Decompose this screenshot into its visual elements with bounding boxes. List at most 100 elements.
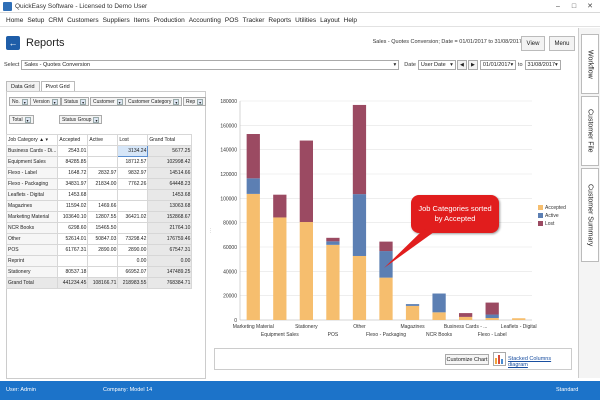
side-tab-workflow[interactable]: Workflow xyxy=(581,34,599,94)
filter-icon[interactable]: ▾ xyxy=(173,98,180,105)
panel-splitter-handle[interactable]: ⋮ xyxy=(208,228,213,234)
filter-field-version[interactable]: Version ▾ xyxy=(30,97,61,106)
cell-lost[interactable]: 18712.57 xyxy=(117,156,149,168)
cell-grand-total[interactable]: 21764.10 xyxy=(147,222,193,234)
cell-lost[interactable]: 36421.02 xyxy=(117,211,149,223)
menu-setup[interactable]: Setup xyxy=(27,17,44,24)
filter-icon[interactable]: ▾ xyxy=(116,98,123,105)
report-select[interactable]: Sales - Quotes Conversion ▾ xyxy=(21,60,400,70)
cell-grand-total[interactable]: 5677.25 xyxy=(147,145,193,157)
stacked-columns-chart-icon[interactable] xyxy=(493,352,506,366)
cell-accepted[interactable]: 441234.45 xyxy=(57,277,89,289)
cell-grand-total[interactable]: 147489.25 xyxy=(147,266,193,278)
cell-active[interactable] xyxy=(87,189,119,201)
cell-lost[interactable]: 2890.00 xyxy=(117,244,149,256)
maximize-button[interactable]: □ xyxy=(566,0,582,12)
menu-items[interactable]: Items xyxy=(134,17,150,24)
cell-lost[interactable]: 7762.26 xyxy=(117,178,149,190)
menu-crm[interactable]: CRM xyxy=(48,17,63,24)
close-button[interactable]: ✕ xyxy=(582,0,598,12)
cell-accepted[interactable] xyxy=(57,255,89,267)
column-field-status-group[interactable]: Status Group ▾ xyxy=(59,115,103,124)
cell-lost[interactable]: 218983.55 xyxy=(117,277,149,289)
tab-data-grid[interactable]: Data Grid xyxy=(6,81,40,91)
date-from-field[interactable]: 01/01/2017 ▾ xyxy=(479,60,516,70)
cell-grand-total[interactable]: 14514.66 xyxy=(147,167,193,179)
cell-accepted[interactable]: 61767.31 xyxy=(57,244,89,256)
cell-lost[interactable] xyxy=(117,222,149,234)
view-button[interactable]: View xyxy=(521,36,545,51)
tab-pivot-grid[interactable]: Pivot Grid xyxy=(40,81,75,91)
cell-accepted[interactable]: 80537.18 xyxy=(57,266,89,278)
cell-active[interactable]: 12807.55 xyxy=(87,211,119,223)
cell-lost[interactable] xyxy=(117,189,149,201)
menu-reports[interactable]: Reports xyxy=(268,17,291,24)
menu-production[interactable]: Production xyxy=(154,17,185,24)
cell-active[interactable] xyxy=(87,145,119,157)
cell-lost[interactable]: 9832.97 xyxy=(117,167,149,179)
prev-period-icon[interactable]: ◀ xyxy=(456,60,467,70)
stacked-columns-link[interactable]: Stacked Columns diagram xyxy=(508,356,571,368)
cell-active[interactable] xyxy=(87,255,119,267)
cell-accepted[interactable]: 1453.68 xyxy=(57,189,89,201)
cell-accepted[interactable]: 1648.72 xyxy=(57,167,89,179)
cell-active[interactable]: 15465.50 xyxy=(87,222,119,234)
cell-active[interactable]: 108166.71 xyxy=(87,277,119,289)
filter-field-rep[interactable]: Rep ▾ xyxy=(183,97,207,106)
filter-icon[interactable]: ▾ xyxy=(21,98,28,105)
side-tab-customer-summary[interactable]: Customer Summary xyxy=(581,168,599,262)
cell-accepted[interactable]: 34831.97 xyxy=(57,178,89,190)
cell-grand-total[interactable]: 176759.46 xyxy=(147,233,193,245)
menu-pos[interactable]: POS xyxy=(225,17,239,24)
back-arrow-icon[interactable]: ← xyxy=(6,36,20,50)
cell-lost[interactable]: 0.00 xyxy=(117,255,149,267)
data-field-total[interactable]: Total ▾ xyxy=(9,115,34,124)
cell-grand-total[interactable]: 1453.68 xyxy=(147,189,193,201)
sort-up-icon[interactable]: ▲ xyxy=(39,137,44,143)
cell-lost[interactable] xyxy=(117,200,149,212)
menu-layout[interactable]: Layout xyxy=(320,17,340,24)
cell-active[interactable] xyxy=(87,266,119,278)
cell-lost[interactable]: 66952.07 xyxy=(117,266,149,278)
filter-field-no[interactable]: No. ▾ xyxy=(9,97,31,106)
row-field-job-category[interactable]: Job Category ▲ ▾ xyxy=(5,134,59,146)
cell-grand-total[interactable]: 64448.23 xyxy=(147,178,193,190)
menu-tracker[interactable]: Tracker xyxy=(243,17,265,24)
filter-field-status[interactable]: Status ▾ xyxy=(61,97,90,106)
date-to-field[interactable]: 31/08/2017 ▾ xyxy=(524,60,561,70)
next-period-icon[interactable]: ▶ xyxy=(467,60,478,70)
cell-lost[interactable]: 3134.24 xyxy=(117,145,149,157)
cell-accepted[interactable]: 11594.02 xyxy=(57,200,89,212)
cell-grand-total[interactable]: 67547.31 xyxy=(147,244,193,256)
cell-accepted[interactable]: 6298.60 xyxy=(57,222,89,234)
filter-icon[interactable]: ▾ xyxy=(93,116,100,123)
cell-grand-total[interactable]: 768384.71 xyxy=(147,277,193,289)
filter-icon[interactable]: ▾ xyxy=(197,98,204,105)
cell-active[interactable]: 2890.00 xyxy=(87,244,119,256)
cell-lost[interactable]: 73298.42 xyxy=(117,233,149,245)
cell-active[interactable] xyxy=(87,156,119,168)
cell-grand-total[interactable]: 102998.42 xyxy=(147,156,193,168)
cell-grand-total[interactable]: 0.00 xyxy=(147,255,193,267)
cell-active[interactable]: 1469.66 xyxy=(87,200,119,212)
cell-accepted[interactable]: 103640.10 xyxy=(57,211,89,223)
menu-button[interactable]: Menu xyxy=(549,36,575,51)
menu-help[interactable]: Help xyxy=(344,17,357,24)
menu-suppliers[interactable]: Suppliers xyxy=(103,17,130,24)
cell-accepted[interactable]: 84285.85 xyxy=(57,156,89,168)
cell-active[interactable]: 2832.97 xyxy=(87,167,119,179)
filter-icon[interactable]: ▾ xyxy=(24,116,31,123)
filter-field-customer-category[interactable]: Customer Category ▾ xyxy=(125,97,183,106)
menu-home[interactable]: Home xyxy=(6,17,23,24)
menu-utilities[interactable]: Utilities xyxy=(295,17,316,24)
side-tab-customer-file[interactable]: Customer File xyxy=(581,96,599,166)
cell-accepted[interactable]: 2543.01 xyxy=(57,145,89,157)
date-mode-select[interactable]: User Date ▾ xyxy=(417,60,456,70)
menu-customers[interactable]: Customers xyxy=(67,17,98,24)
minimize-button[interactable]: – xyxy=(550,0,566,12)
cell-accepted[interactable]: 52614.01 xyxy=(57,233,89,245)
filter-field-customer[interactable]: Customer ▾ xyxy=(90,97,126,106)
customize-chart-button[interactable]: Customize Chart xyxy=(445,354,489,365)
filter-icon[interactable]: ▾ xyxy=(51,98,58,105)
filter-icon[interactable]: ▾ xyxy=(80,98,87,105)
